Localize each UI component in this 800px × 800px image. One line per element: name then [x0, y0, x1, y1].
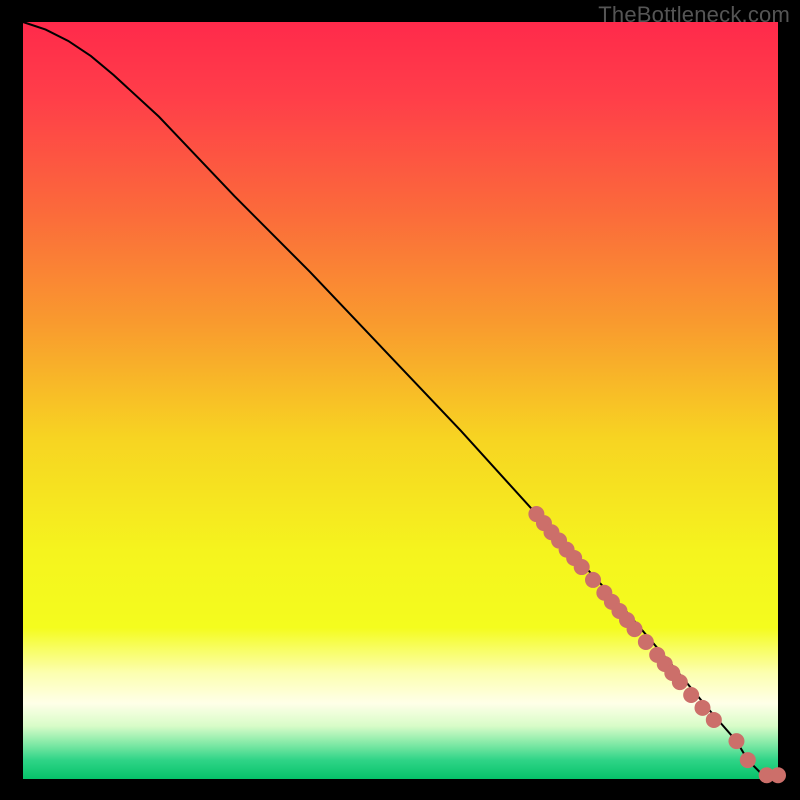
- scatter-dot: [683, 687, 699, 703]
- scatter-dot: [770, 767, 786, 783]
- scatter-dot: [695, 700, 711, 716]
- scatter-dot: [672, 674, 688, 690]
- scatter-dot: [585, 572, 601, 588]
- chart-plot: [0, 0, 800, 800]
- scatter-dot: [728, 733, 744, 749]
- watermark-text: TheBottleneck.com: [598, 2, 790, 28]
- chart-frame: { "watermark": "TheBottleneck.com", "cha…: [0, 0, 800, 800]
- scatter-dot: [574, 559, 590, 575]
- scatter-dot: [627, 621, 643, 637]
- scatter-dot: [706, 712, 722, 728]
- scatter-dot: [740, 752, 756, 768]
- scatter-dot: [638, 634, 654, 650]
